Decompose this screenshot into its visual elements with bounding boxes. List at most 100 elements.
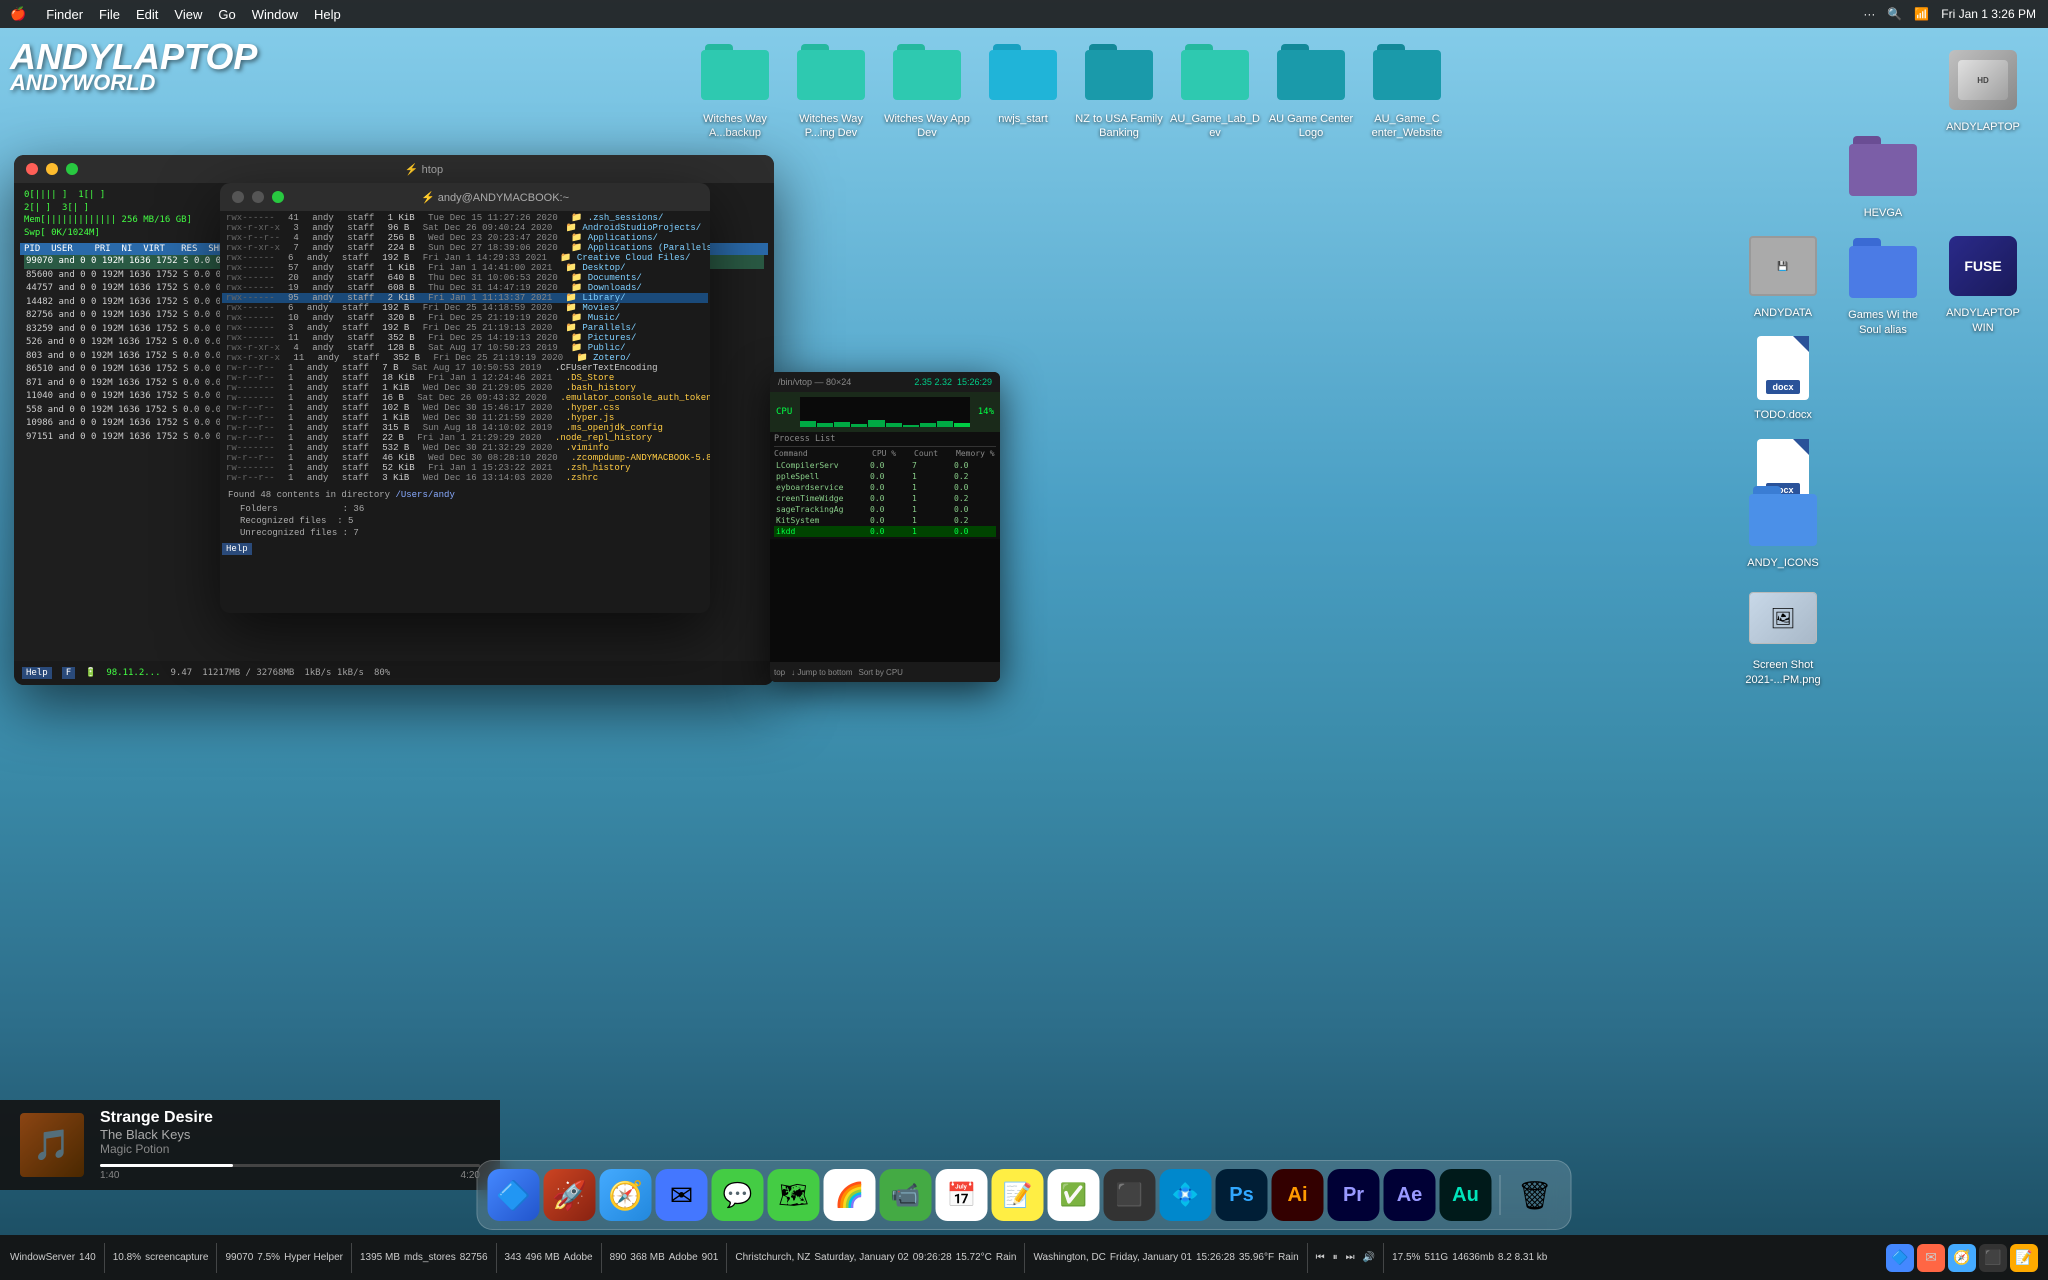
max-btn-files[interactable] <box>272 191 284 203</box>
file-row[interactable]: rwx------ 41 andy staff 1 KiB Tue Dec 15… <box>222 213 708 223</box>
a2-count: 890 <box>610 1252 627 1263</box>
next-icon[interactable]: ⏭ <box>1346 1252 1355 1263</box>
folder-au-game-c[interactable]: AU_Game_C enter_Website <box>1362 36 1452 141</box>
vtop-process-row[interactable]: eyboardservice0.010.0 <box>774 482 996 493</box>
dock-notes[interactable]: 📝 <box>992 1169 1044 1221</box>
play-icon[interactable]: ⏸ <box>1333 1252 1338 1263</box>
dock-photos[interactable]: 🌈 <box>824 1169 876 1221</box>
menu-finder[interactable]: Finder <box>46 7 83 22</box>
file-row[interactable]: rwx------ 6 andy staff 192 B Fri Jan 1 1… <box>222 253 708 263</box>
vtop-process-row[interactable]: sageTrackingAg0.010.0 <box>774 504 996 515</box>
dock-divider <box>1500 1175 1501 1215</box>
fuse-icon-desktop[interactable]: FUSE ANDYLAPTOP WIN <box>1938 230 2028 335</box>
dock-safari[interactable]: 🧭 <box>600 1169 652 1221</box>
file-row[interactable]: rw-r--r-- 1 andy staff 46 KiB Wed Dec 30… <box>222 453 708 463</box>
file-row[interactable]: rwx-r--r-- 4 andy staff 256 B Wed Dec 23… <box>222 233 708 243</box>
folder-witches-app[interactable]: Witches Way App Dev <box>882 36 972 141</box>
dock-aftereffects[interactable]: Ae <box>1384 1169 1436 1221</box>
safari-dock[interactable]: 🧭 <box>1948 1244 1976 1272</box>
dock-maps[interactable]: 🗺 <box>768 1169 820 1221</box>
file-row[interactable]: rw-r--r-- 1 andy staff 3 KiB Wed Dec 16 … <box>222 473 708 483</box>
file-row[interactable]: rw------- 1 andy staff 52 KiB Fri Jan 1 … <box>222 463 708 473</box>
statusbar-dock-apps: 🔷 ✉ 🧭 ⬛ 📝 <box>1886 1244 2038 1272</box>
finder-dock[interactable]: 🔷 <box>1886 1244 1914 1272</box>
close-btn-files[interactable] <box>232 191 244 203</box>
file-row[interactable]: rw------- 1 andy staff 1 KiB Wed Dec 30 … <box>222 383 708 393</box>
minimize-button[interactable] <box>46 163 58 175</box>
menubar-search-icon[interactable]: 🔍 <box>1887 7 1902 21</box>
dock-facetime[interactable]: 📹 <box>880 1169 932 1221</box>
file-row[interactable]: rwx-r-xr-x 11 andy staff 352 B Fri Dec 2… <box>222 353 708 363</box>
notes-dock[interactable]: 📝 <box>2010 1244 2038 1272</box>
andylaptop-hd-icon[interactable]: HD ANDYLAPTOP <box>1938 44 2028 134</box>
vtop-process-row[interactable]: ikdd0.010.0 <box>774 526 996 537</box>
dock-reminders[interactable]: ✅ <box>1048 1169 1100 1221</box>
todo-docx-icon[interactable]: docx TODO.docx <box>1738 332 1828 422</box>
close-button[interactable] <box>26 163 38 175</box>
folder-nz-usa[interactable]: NZ to USA Family Banking <box>1074 36 1164 141</box>
vtop-process-row[interactable]: LCompilerServ0.070.0 <box>774 460 996 471</box>
dock-vscode[interactable]: 💠 <box>1160 1169 1212 1221</box>
menu-view[interactable]: View <box>174 7 202 22</box>
file-row[interactable]: rw-r--r-- 1 andy staff 102 B Wed Dec 30 … <box>222 403 708 413</box>
terminal-dock[interactable]: ⬛ <box>1979 1244 2007 1272</box>
file-row[interactable]: rwx-r-xr-x 4 andy staff 128 B Sat Aug 17… <box>222 343 708 353</box>
menu-help[interactable]: Help <box>314 7 341 22</box>
file-row[interactable]: rwx------ 6 andy staff 192 B Fri Dec 25 … <box>222 303 708 313</box>
hevga-icon[interactable]: HEVGA <box>1838 130 1928 220</box>
dock-illustrator[interactable]: Ai <box>1272 1169 1324 1221</box>
file-row[interactable]: rwx-r-xr-x 7 andy staff 224 B Sun Dec 27… <box>222 243 708 253</box>
dock-calendar[interactable]: 📅 <box>936 1169 988 1221</box>
dock-photoshop[interactable]: Ps <box>1216 1169 1268 1221</box>
vtop-sort-cpu[interactable]: Sort by CPU <box>858 668 902 677</box>
file-row[interactable]: rwx------ 95 andy staff 2 KiB Fri Jan 1 … <box>222 293 708 303</box>
file-row[interactable]: rw-r--r-- 1 andy staff 22 B Fri Jan 1 21… <box>222 433 708 443</box>
menu-go[interactable]: Go <box>218 7 235 22</box>
dock-audition[interactable]: Au <box>1440 1169 1492 1221</box>
maximize-button[interactable] <box>66 163 78 175</box>
music-progress-bar[interactable] <box>100 1164 480 1167</box>
folder-nwjs[interactable]: nwjs_start <box>978 36 1068 126</box>
menu-file[interactable]: File <box>99 7 120 22</box>
folder-witches-ping[interactable]: Witches Way P...ing Dev <box>786 36 876 141</box>
file-row[interactable]: rwx------ 10 andy staff 320 B Fri Dec 25… <box>222 313 708 323</box>
dock-finder[interactable]: 🔷 <box>488 1169 540 1221</box>
games-soul-icon[interactable]: Games Wi the Soul alias <box>1838 232 1928 337</box>
folder-au-game-l[interactable]: AU_Game_Lab_Dev <box>1170 36 1260 141</box>
dock-trash[interactable]: 🗑 <box>1509 1169 1561 1221</box>
folder-witches-backup[interactable]: Witches Way A...backup <box>690 36 780 141</box>
file-row[interactable]: rw------- 1 andy staff 532 B Wed Dec 30 … <box>222 443 708 453</box>
vtop-jump-bottom[interactable]: ↓ Jump to bottom <box>791 668 852 677</box>
file-row[interactable]: rw------- 1 andy staff 16 B Sat Dec 26 0… <box>222 393 708 403</box>
file-row[interactable]: rwx------ 20 andy staff 640 B Thu Dec 31… <box>222 273 708 283</box>
file-row[interactable]: rw-r--r-- 1 andy staff 315 B Sun Aug 18 … <box>222 423 708 433</box>
vtop-process-row[interactable]: KitSystem0.010.2 <box>774 515 996 526</box>
file-row[interactable]: rw-r--r-- 1 andy staff 7 B Sat Aug 17 10… <box>222 363 708 373</box>
file-row[interactable]: rwx------ 19 andy staff 608 B Thu Dec 31… <box>222 283 708 293</box>
file-row[interactable]: rw-r--r-- 1 andy staff 1 KiB Wed Dec 30 … <box>222 413 708 423</box>
folder-au-game-center[interactable]: AU Game Center Logo <box>1266 36 1356 141</box>
andy-icons-folder[interactable]: ANDY_ICONS <box>1738 480 1828 570</box>
dock-mail[interactable]: ✉ <box>656 1169 708 1221</box>
vtop-process-row[interactable]: ppleSpell0.010.2 <box>774 471 996 482</box>
prev-icon[interactable]: ⏮ <box>1316 1252 1325 1263</box>
statusbar-sep3 <box>351 1243 352 1273</box>
file-row[interactable]: rw-r--r-- 1 andy staff 18 KiB Fri Jan 1 … <box>222 373 708 383</box>
vol-icon[interactable]: 🔊 <box>1363 1252 1375 1263</box>
min-btn-files[interactable] <box>252 191 264 203</box>
menu-edit[interactable]: Edit <box>136 7 158 22</box>
dock-premiere[interactable]: Pr <box>1328 1169 1380 1221</box>
file-row[interactable]: rwx------ 3 andy staff 192 B Fri Dec 25 … <box>222 323 708 333</box>
file-row[interactable]: rwx-r-xr-x 3 andy staff 96 B Sat Dec 26 … <box>222 223 708 233</box>
dock-messages[interactable]: 💬 <box>712 1169 764 1221</box>
andydata-icon[interactable]: 💾 ANDYDATA <box>1738 230 1828 320</box>
vtop-process-row[interactable]: creenTimeWidge0.010.2 <box>774 493 996 504</box>
file-row[interactable]: rwx------ 11 andy staff 352 B Fri Dec 25… <box>222 333 708 343</box>
dock-launchpad[interactable]: 🚀 <box>544 1169 596 1221</box>
dock-terminal[interactable]: ⬛ <box>1104 1169 1156 1221</box>
file-row[interactable]: rwx------ 57 andy staff 1 KiB Fri Jan 1 … <box>222 263 708 273</box>
apple-menu[interactable]: 🍎 <box>10 6 26 22</box>
screenshot-icon[interactable]: 🖼 Screen Shot 2021-...PM.png <box>1738 582 1828 687</box>
mail-dock[interactable]: ✉ <box>1917 1244 1945 1272</box>
menu-window[interactable]: Window <box>252 7 298 22</box>
